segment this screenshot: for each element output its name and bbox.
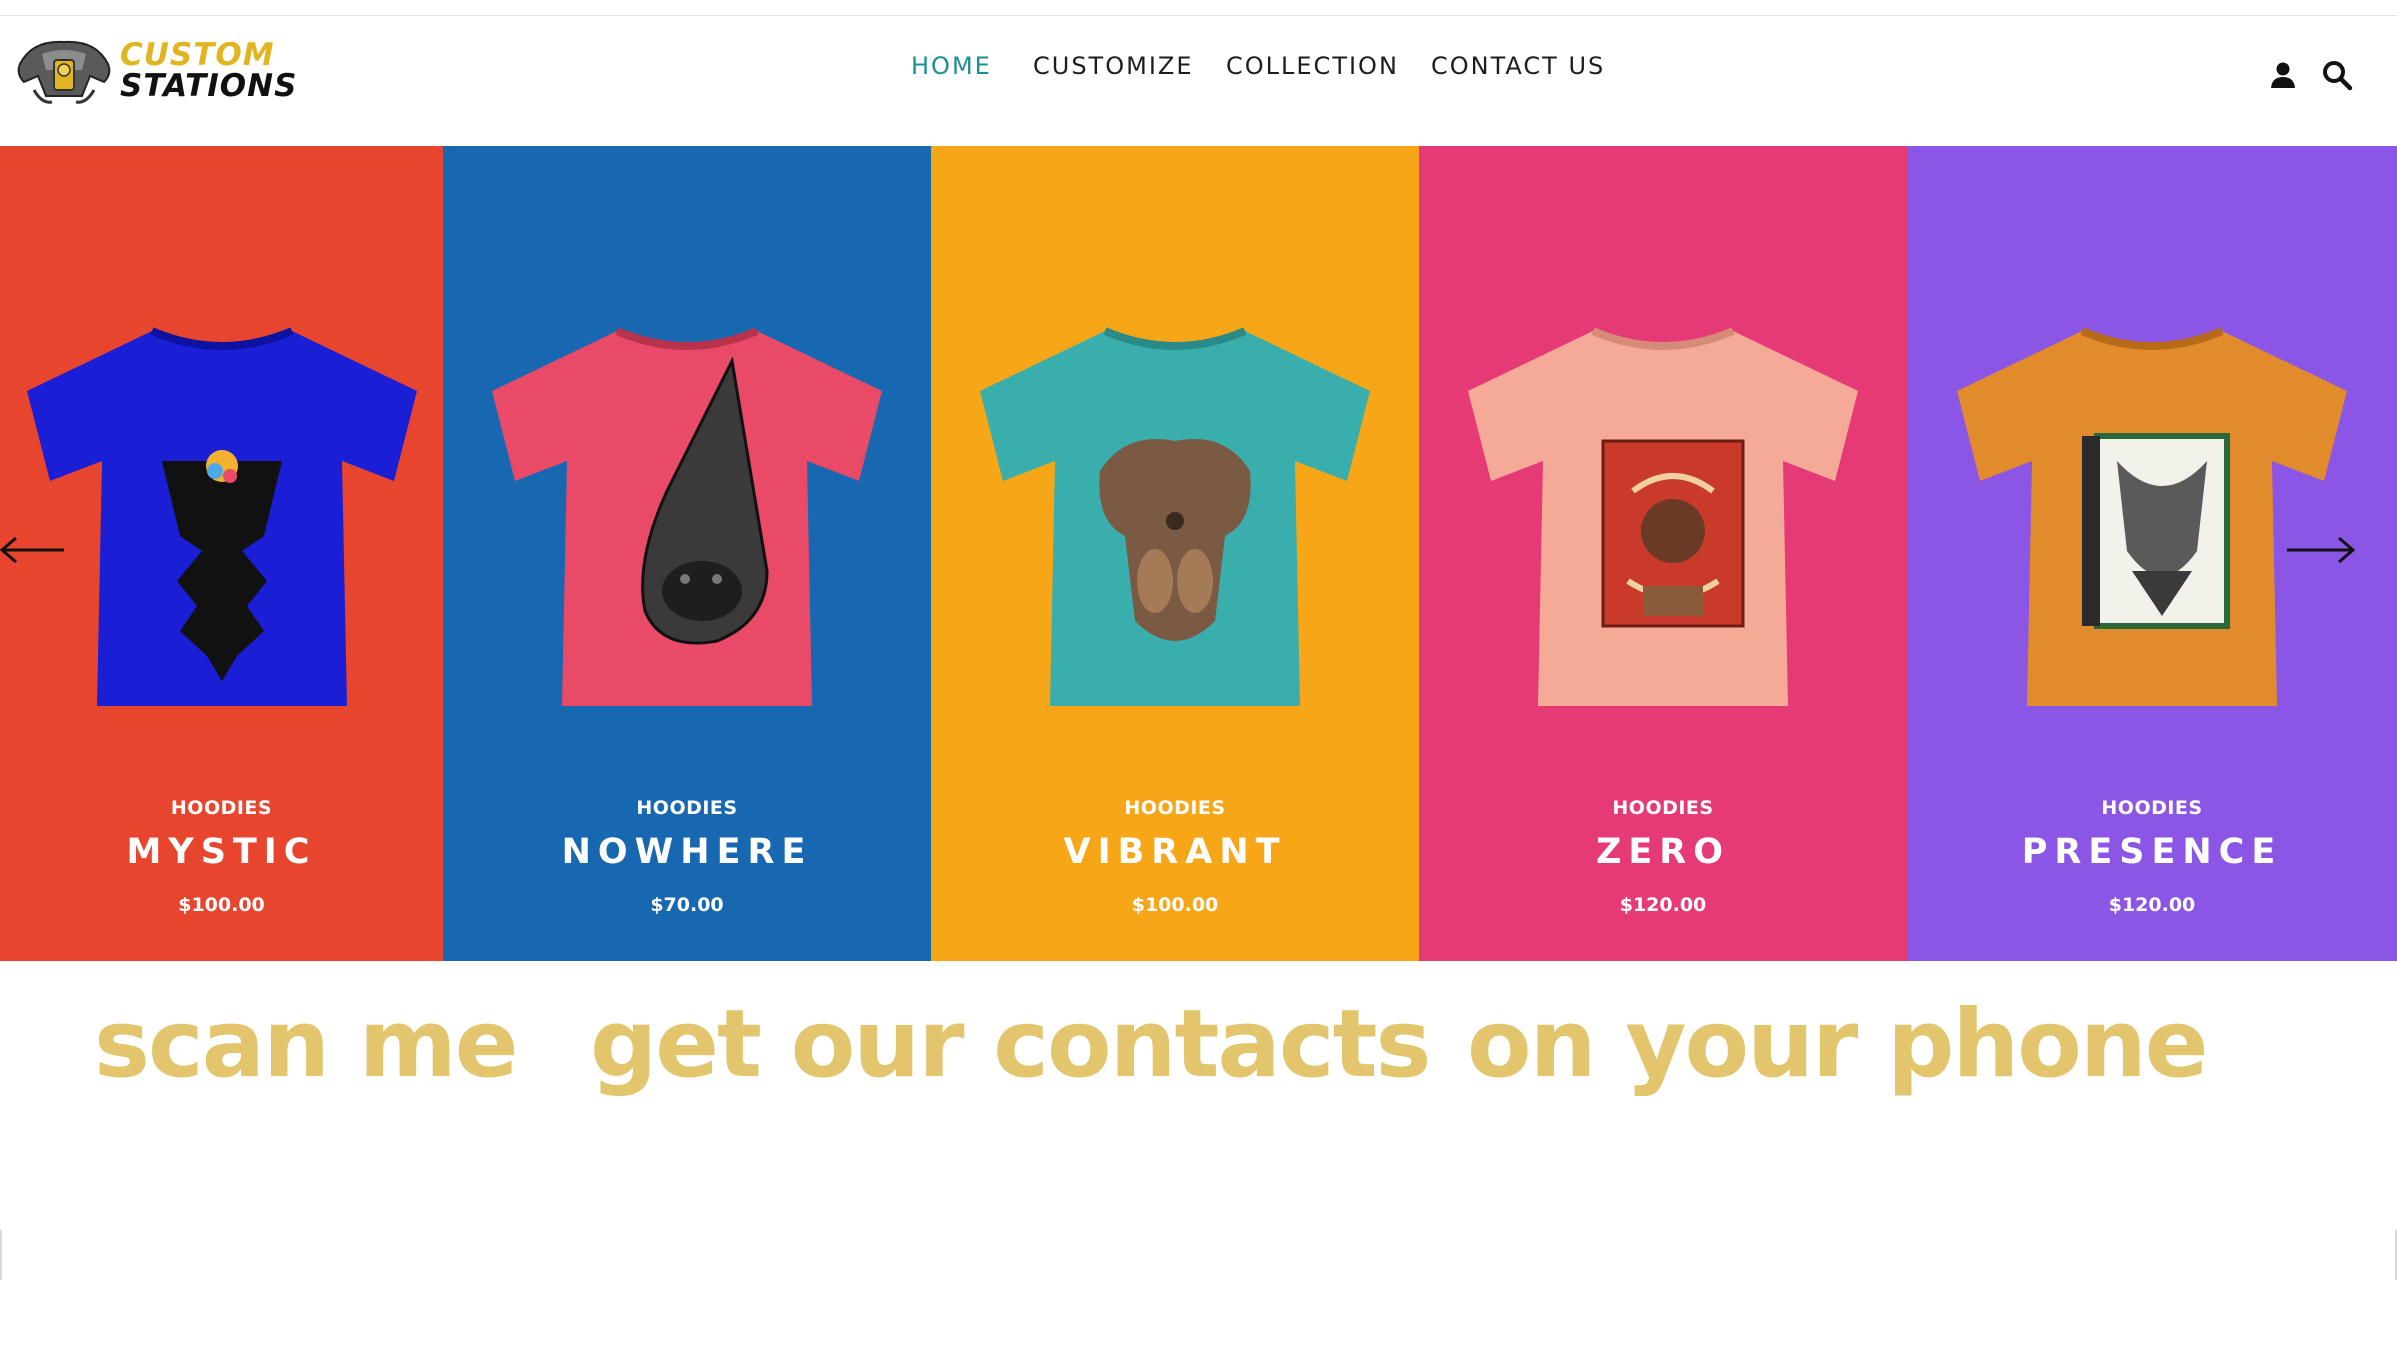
product-card-nowhere[interactable]: HOODIES NOWHERE $70.00 <box>443 146 931 961</box>
user-icon[interactable] <box>2266 58 2300 92</box>
product-category: HOODIES <box>1612 797 1714 819</box>
main-nav: HOME CUSTOMIZE COLLECTION CONTACT US <box>0 52 2397 92</box>
nav-collection[interactable]: COLLECTION <box>1226 52 1399 80</box>
slogan-part-1: scan me <box>94 990 518 1099</box>
product-category: HOODIES <box>170 797 273 819</box>
search-icon[interactable] <box>2320 58 2354 92</box>
product-price: $120.00 <box>1619 894 1707 916</box>
product-name[interactable]: MYSTIC <box>0 832 443 872</box>
product-name[interactable]: VIBRANT <box>931 832 1419 872</box>
product-carousel: HOODIES MYSTIC $100.00 HOODIES NOWHERE $… <box>0 146 2397 961</box>
product-name[interactable]: ZERO <box>1419 832 1907 872</box>
product-category: HOODIES <box>636 797 738 819</box>
product-name[interactable]: PRESENCE <box>1907 832 2397 872</box>
product-category: HOODIES <box>2101 797 2203 819</box>
tshirt-image <box>1468 327 1858 706</box>
product-price: $100.00 <box>178 894 265 916</box>
product-card-vibrant[interactable]: HOODIES VIBRANT $100.00 <box>931 146 1419 961</box>
tshirt-image <box>26 327 417 706</box>
left-edge-marker <box>0 1230 2 1280</box>
site-header: CUSTOM STATIONS HOME CUSTOMIZE COLLECTIO… <box>0 16 2397 120</box>
nav-home[interactable]: HOME <box>911 52 992 80</box>
product-card-zero[interactable]: HOODIES ZERO $120.00 <box>1419 146 1907 961</box>
scan-me-slogan: scan me get our contacts on your phone <box>0 990 2397 1110</box>
slogan-part-3: on your phone <box>1467 990 2209 1099</box>
product-category: HOODIES <box>1124 797 1226 819</box>
product-price: $70.00 <box>650 894 724 916</box>
arrow-right-icon[interactable] <box>2277 530 2357 570</box>
tshirt-image <box>1957 327 2347 706</box>
product-name[interactable]: NOWHERE <box>443 832 931 872</box>
product-price: $100.00 <box>1131 894 1219 916</box>
nav-customize[interactable]: CUSTOMIZE <box>1033 52 1194 80</box>
tshirt-image <box>492 327 882 706</box>
slogan-part-2: get our contacts <box>590 990 1431 1099</box>
browser-top-strip <box>0 0 2397 16</box>
nav-contact-us[interactable]: CONTACT US <box>1431 52 1605 80</box>
tshirt-image <box>980 327 1370 706</box>
product-price: $120.00 <box>2108 894 2196 916</box>
arrow-left-icon[interactable] <box>0 530 78 570</box>
